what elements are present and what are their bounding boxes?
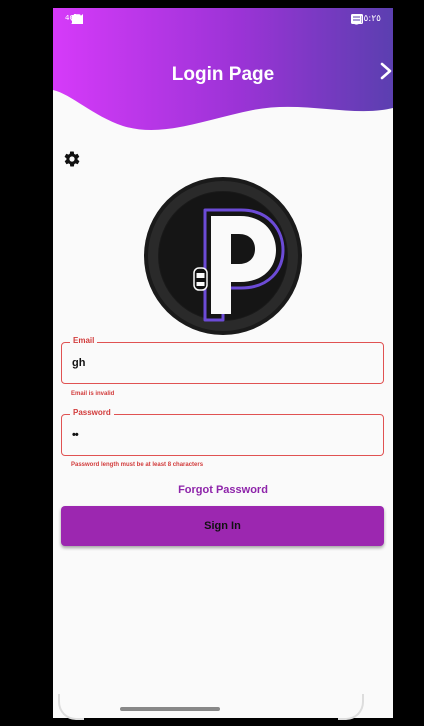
email-error: Email is invalid [71,391,115,397]
forgot-password-link[interactable]: Forgot Password [53,484,393,496]
password-error: Password length must be at least 8 chara… [71,462,204,468]
status-time: ٥:٢٥ [363,14,381,24]
gear-icon[interactable] [63,150,81,168]
email-label: Email [70,336,98,345]
status-bar: 4G ٥:٢٥ [53,8,393,34]
password-label: Password [70,408,114,417]
app-screen: 4G ٥:٢٥ Login Page Email gh Email is inv… [53,8,393,718]
password-value: •• [72,429,79,441]
vibrate-icon [71,14,83,24]
message-icon [351,14,362,24]
parking-logo [139,176,307,336]
header-banner: 4G ٥:٢٥ Login Page [53,8,393,148]
car-icon [193,267,208,291]
email-field[interactable]: Email gh [61,336,384,384]
sign-in-button[interactable]: Sign In [61,506,384,546]
password-field[interactable]: Password •• [61,408,384,456]
email-value: gh [72,357,86,369]
home-indicator[interactable] [120,707,220,711]
page-title: Login Page [171,64,275,85]
